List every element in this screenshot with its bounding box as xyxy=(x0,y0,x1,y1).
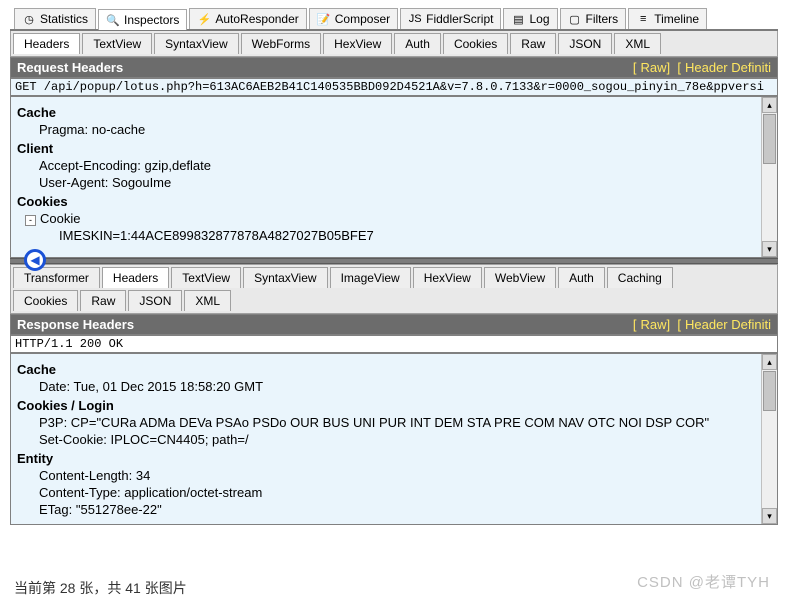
tab-statistics-icon: ◷ xyxy=(22,12,36,26)
resp-tab-headers[interactable]: Headers xyxy=(102,267,169,288)
tab-autoresponder[interactable]: ⚡ AutoResponder xyxy=(189,8,306,29)
tab-timeline[interactable]: ≡ Timeline xyxy=(628,8,707,29)
resp-tab-raw[interactable]: Raw xyxy=(80,290,126,311)
scroll-thumb[interactable] xyxy=(763,371,776,411)
tab-inspectors[interactable]: 🔍 Inspectors xyxy=(98,9,187,30)
request-scrollbar[interactable]: ▴ ▾ xyxy=(761,97,777,257)
req-tab-xml[interactable]: XML xyxy=(614,33,661,54)
response-headers-pane: Cache Date: Tue, 01 Dec 2015 18:58:20 GMT… xyxy=(10,353,778,525)
header-row[interactable]: Accept-Encoding: gzip,deflate xyxy=(17,158,755,173)
header-row[interactable]: ETag: "551278ee-22" xyxy=(17,502,755,517)
req-tab-auth[interactable]: Auth xyxy=(394,33,441,54)
req-tab-hexview[interactable]: HexView xyxy=(323,33,392,54)
response-body[interactable]: Cache Date: Tue, 01 Dec 2015 18:58:20 GMT… xyxy=(11,354,761,524)
scroll-thumb[interactable] xyxy=(763,114,776,164)
req-tab-webforms[interactable]: WebForms xyxy=(241,33,321,54)
tab-inspectors-icon: 🔍 xyxy=(106,13,120,27)
tab-log[interactable]: ▤ Log xyxy=(503,8,557,29)
tab-label: Composer xyxy=(335,12,390,26)
request-headers-title: Request Headers xyxy=(17,60,123,75)
group-cookies-login: Cookies / Login xyxy=(17,398,755,413)
request-line[interactable]: GET /api/popup/lotus.php?h=613AC6AEB2B41… xyxy=(10,78,778,96)
tab-composer-icon: 📝 xyxy=(317,12,331,26)
watermark: CSDN @老谭TYH xyxy=(637,571,770,592)
resp-tab-hexview[interactable]: HexView xyxy=(413,267,482,288)
scroll-down-icon[interactable]: ▾ xyxy=(762,508,777,524)
tab-statistics[interactable]: ◷ Statistics xyxy=(14,8,96,29)
request-headers-pane: Cache Pragma: no-cache Client Accept-Encodi… xyxy=(10,96,778,258)
resp-tab-cookies[interactable]: Cookies xyxy=(13,290,78,311)
group-cache: Cache xyxy=(17,362,755,377)
resp-tab-caching[interactable]: Caching xyxy=(607,267,673,288)
req-tab-syntaxview[interactable]: SyntaxView xyxy=(154,33,238,54)
scroll-up-icon[interactable]: ▴ xyxy=(762,354,777,370)
group-client: Client xyxy=(17,141,755,156)
resp-tab-textview[interactable]: TextView xyxy=(171,267,241,288)
req-tab-json[interactable]: JSON xyxy=(558,33,612,54)
response-def-link[interactable]: Header Definiti xyxy=(685,317,771,332)
response-scrollbar[interactable]: ▴ ▾ xyxy=(761,354,777,524)
cookie-tree-node[interactable]: -Cookie xyxy=(17,211,755,226)
header-row[interactable]: Content-Length: 34 xyxy=(17,468,755,483)
tab-label: Statistics xyxy=(40,12,88,26)
tab-label: Timeline xyxy=(654,12,699,26)
tab-filters[interactable]: ▢ Filters xyxy=(560,8,627,29)
tab-label: AutoResponder xyxy=(215,12,298,26)
request-headers-header: Request Headers [Raw] [Header Definiti xyxy=(10,57,778,78)
resp-tab-transformer[interactable]: Transformer xyxy=(13,267,100,288)
scroll-down-icon[interactable]: ▾ xyxy=(762,241,777,257)
resp-tab-json[interactable]: JSON xyxy=(128,290,182,311)
response-headers-title: Response Headers xyxy=(17,317,134,332)
resp-tab-imageview[interactable]: ImageView xyxy=(330,267,411,288)
req-tab-textview[interactable]: TextView xyxy=(82,33,152,54)
tab-log-icon: ▤ xyxy=(511,12,525,26)
collapse-button[interactable]: ◀ xyxy=(24,249,46,271)
req-tab-headers[interactable]: Headers xyxy=(13,33,80,54)
status-line[interactable]: HTTP/1.1 200 OK xyxy=(10,335,778,353)
header-row[interactable]: Pragma: no-cache xyxy=(17,122,755,137)
pane-divider[interactable]: ◀ xyxy=(10,258,778,264)
response-subtabs: TransformerHeadersTextViewSyntaxViewImag… xyxy=(10,264,778,314)
header-row[interactable]: User-Agent: SogouIme xyxy=(17,175,755,190)
main-tabbar: ◷ Statistics 🔍 Inspectors ⚡ AutoResponder 📝 Com… xyxy=(10,8,778,31)
group-entity: Entity xyxy=(17,451,755,466)
tab-filters-icon: ▢ xyxy=(568,12,582,26)
header-row[interactable]: Set-Cookie: IPLOC=CN4405; path=/ xyxy=(17,432,755,447)
tab-label: Inspectors xyxy=(124,13,179,27)
tab-fiddlerscript[interactable]: JS FiddlerScript xyxy=(400,8,501,29)
request-def-link[interactable]: Header Definiti xyxy=(685,60,771,75)
tab-composer[interactable]: 📝 Composer xyxy=(309,8,398,29)
group-cache: Cache xyxy=(17,105,755,120)
resp-tab-xml[interactable]: XML xyxy=(184,290,231,311)
tab-autoresponder-icon: ⚡ xyxy=(197,12,211,26)
group-cookies: Cookies xyxy=(17,194,755,209)
req-tab-cookies[interactable]: Cookies xyxy=(443,33,508,54)
request-body[interactable]: Cache Pragma: no-cache Client Accept-Encodi… xyxy=(11,97,761,257)
response-header-links: [Raw] [Header Definiti xyxy=(633,317,771,332)
cookie-row[interactable]: IMESKIN=1:44ACE899832877878A4827027B05BF… xyxy=(17,228,755,243)
tab-label: Filters xyxy=(586,12,619,26)
tab-label: FiddlerScript xyxy=(426,12,493,26)
response-headers-header: Response Headers [Raw] [Header Definiti xyxy=(10,314,778,335)
response-raw-link[interactable]: Raw xyxy=(641,317,667,332)
tab-label: Log xyxy=(529,12,549,26)
header-row[interactable]: P3P: CP="CURa ADMa DEVa PSAo PSDo OUR BU… xyxy=(17,415,755,430)
tab-fiddlerscript-icon: JS xyxy=(408,12,422,26)
header-row[interactable]: Date: Tue, 01 Dec 2015 18:58:20 GMT xyxy=(17,379,755,394)
tree-collapse-icon[interactable]: - xyxy=(25,215,36,226)
request-header-links: [Raw] [Header Definiti xyxy=(633,60,771,75)
resp-tab-auth[interactable]: Auth xyxy=(558,267,605,288)
resp-tab-syntaxview[interactable]: SyntaxView xyxy=(243,267,327,288)
request-raw-link[interactable]: Raw xyxy=(641,60,667,75)
request-subtabs: HeadersTextViewSyntaxViewWebFormsHexView… xyxy=(10,31,778,57)
resp-tab-webview[interactable]: WebView xyxy=(484,267,556,288)
scroll-up-icon[interactable]: ▴ xyxy=(762,97,777,113)
tab-timeline-icon: ≡ xyxy=(636,12,650,26)
req-tab-raw[interactable]: Raw xyxy=(510,33,556,54)
footer-status: 当前第 28 张，共 41 张图片 xyxy=(14,578,187,598)
header-row[interactable]: Content-Type: application/octet-stream xyxy=(17,485,755,500)
